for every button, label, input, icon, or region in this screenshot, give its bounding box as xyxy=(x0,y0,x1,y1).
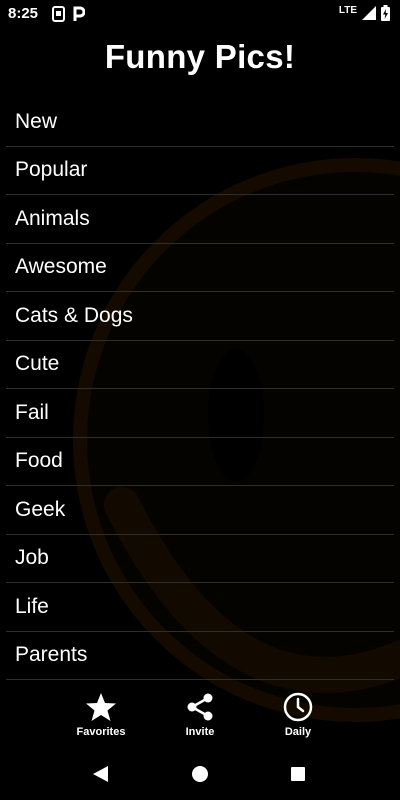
parking-notification-icon xyxy=(73,6,85,21)
category-item-food[interactable]: Food xyxy=(6,438,394,486)
favorites-button[interactable]: Favorites xyxy=(56,692,146,738)
favorites-label: Favorites xyxy=(76,726,126,738)
category-item-parents[interactable]: Parents xyxy=(6,632,394,680)
category-label: Animals xyxy=(15,206,90,230)
status-system-icons: LTE xyxy=(339,4,390,22)
category-label: Food xyxy=(15,449,63,473)
category-item-new[interactable]: New xyxy=(6,98,394,147)
signal-strength-icon xyxy=(362,6,376,20)
category-item-popular[interactable]: Popular xyxy=(6,147,394,195)
category-item-cute[interactable]: Cute xyxy=(6,341,394,389)
app-header: Funny Pics! xyxy=(0,38,400,76)
category-label: Cute xyxy=(15,352,60,376)
category-item-job[interactable]: Job xyxy=(6,535,394,583)
category-label: Cats & Dogs xyxy=(15,303,133,327)
category-item-life[interactable]: Life xyxy=(6,583,394,632)
share-icon xyxy=(187,693,213,721)
invite-label: Invite xyxy=(185,726,215,738)
category-list: New Popular Animals Awesome Cats & Dogs … xyxy=(6,98,394,680)
status-notification-icons xyxy=(52,6,85,22)
status-bar: 8:25 LTE xyxy=(0,0,400,28)
category-label: Parents xyxy=(15,643,88,667)
star-icon xyxy=(86,693,116,721)
category-label: Fail xyxy=(15,400,49,424)
category-label: Awesome xyxy=(15,255,107,279)
home-circle-icon[interactable] xyxy=(188,762,212,786)
page-title: Funny Pics! xyxy=(104,38,296,75)
recents-square-icon[interactable] xyxy=(286,762,310,786)
category-item-geek[interactable]: Geek xyxy=(6,486,394,535)
daily-label: Daily xyxy=(284,726,312,738)
category-label: Life xyxy=(15,594,49,618)
category-label: New xyxy=(15,109,58,133)
category-item-awesome[interactable]: Awesome xyxy=(6,244,394,292)
screenshot-notification-icon xyxy=(52,6,65,22)
category-item-fail[interactable]: Fail xyxy=(6,389,394,438)
category-item-cats-dogs[interactable]: Cats & Dogs xyxy=(6,292,394,341)
daily-button[interactable]: Daily xyxy=(253,692,343,738)
back-triangle-icon[interactable] xyxy=(88,762,112,786)
battery-charging-icon xyxy=(381,5,390,21)
system-navigation-bar xyxy=(0,752,400,796)
bottom-navigation: Favorites Invite Daily xyxy=(0,686,400,746)
category-label: Popular xyxy=(15,158,88,182)
category-item-animals[interactable]: Animals xyxy=(6,195,394,244)
invite-button[interactable]: Invite xyxy=(155,692,245,738)
status-time: 8:25 xyxy=(8,5,39,22)
category-label: Geek xyxy=(15,497,66,521)
network-type-label: LTE xyxy=(338,4,357,16)
clock-icon xyxy=(283,692,313,722)
category-label: Job xyxy=(15,546,49,570)
